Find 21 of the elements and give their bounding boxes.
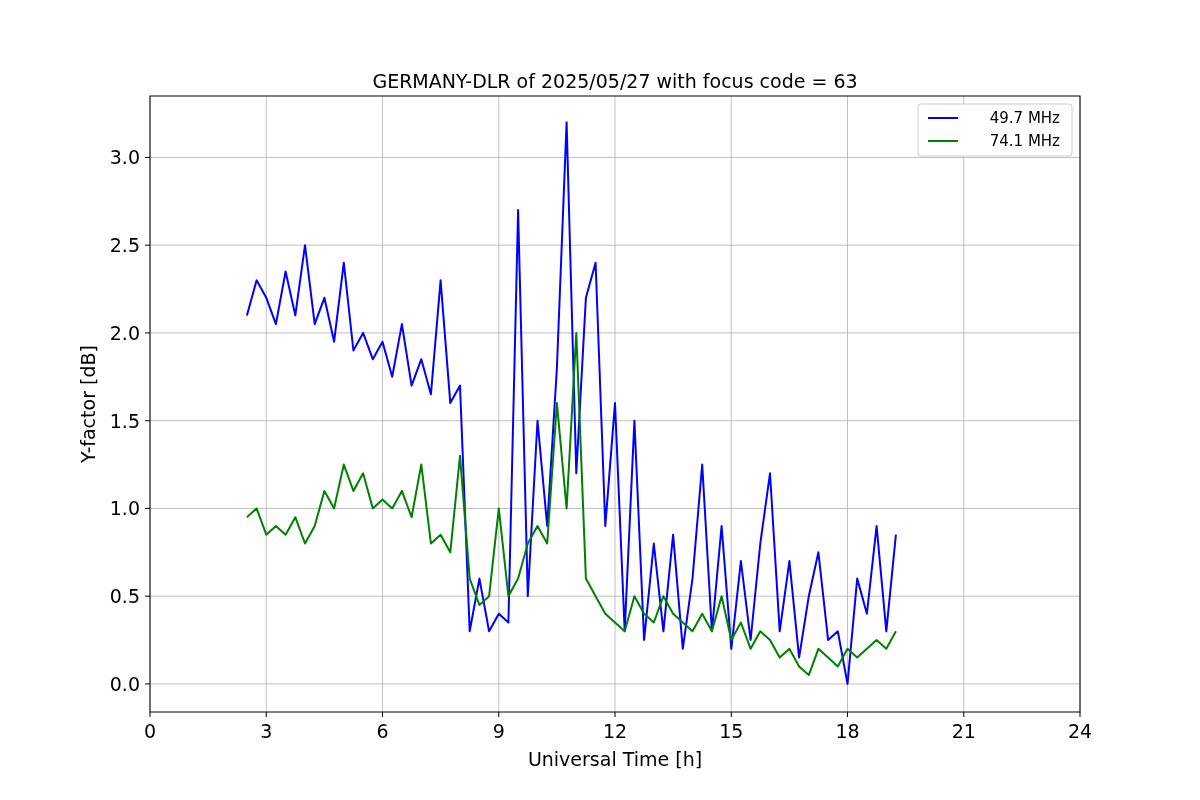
tick-label: 0 [143,720,157,742]
tick-label: 0.5 [109,585,140,608]
tick-label: 2.5 [109,234,140,257]
tick-label: 6 [376,720,389,742]
y-axis-label: Y-factor [dB] [77,345,99,463]
tick-label: 21 [951,720,976,742]
tick-label: 15 [719,720,744,742]
legend-label: 74.1 MHz [989,132,1060,150]
tick-label: 18 [835,720,860,742]
tick-label: 2.0 [109,321,140,344]
x-axis-label: Universal Time [h] [527,748,703,770]
tick-label: 1.5 [109,409,140,432]
legend-label: 49.7 MHz [989,109,1060,127]
tick-label: 12 [602,720,628,742]
tick-label: 24 [1067,720,1093,742]
chart-title: GERMANY-DLR of 2025/05/27 with focus code = 63 [372,70,858,92]
tick-label: 3 [260,720,273,742]
tick-label: 1.0 [109,497,140,520]
tick-label: 9 [492,720,505,742]
tick-label: 0.0 [109,672,140,695]
tick-label: 3.0 [109,146,140,169]
